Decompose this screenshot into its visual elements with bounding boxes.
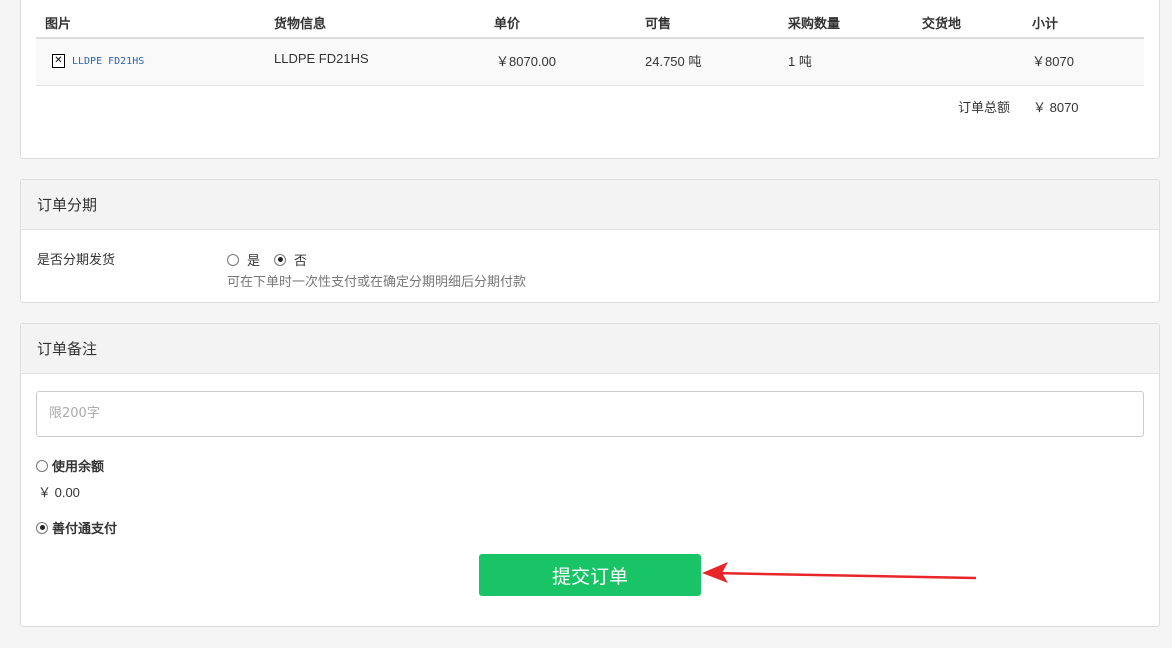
installment-hint: 可在下单时一次性支付或在确定分期明细后分期付款 — [227, 275, 527, 290]
subtotal: ￥8070 — [1032, 54, 1074, 69]
header-available: 可售 — [645, 17, 672, 32]
header-location: 交货地 — [922, 17, 962, 32]
available-qty: 24.750 吨 — [645, 54, 702, 69]
table-row: ✕ LLDPE FD21HS LLDPE FD21HS ￥8070.00 24.… — [36, 39, 1144, 86]
installment-panel: 订单分期 是否分期发货 是 否 可在下单时一次性支付或在确定分期明细后分期付款 — [20, 179, 1160, 303]
payment-label[interactable]: 善付通支付 — [52, 518, 117, 537]
payment-radio[interactable] — [36, 521, 48, 534]
order-total-label: 订单总额 — [958, 101, 1011, 116]
use-balance-label[interactable]: 使用余额 — [52, 456, 104, 475]
use-balance-radio[interactable] — [36, 459, 48, 472]
header-price: 单价 — [494, 17, 521, 32]
product-image[interactable]: ✕ LLDPE FD21HS — [52, 54, 144, 68]
remark-title: 订单备注 — [21, 324, 1159, 374]
table-header: 图片 货物信息 单价 可售 采购数量 交货地 小计 — [36, 0, 1144, 39]
purchase-qty: 1 吨 — [788, 54, 812, 69]
installment-title: 订单分期 — [21, 180, 1159, 230]
product-image-alt: LLDPE FD21HS — [72, 55, 145, 67]
unit-price: ￥8070.00 — [496, 54, 556, 69]
broken-image-icon: ✕ — [52, 54, 65, 68]
balance-value: ￥ 0.00 — [38, 485, 80, 500]
use-balance-option[interactable]: 使用余额 — [36, 456, 104, 475]
header-subtotal: 小计 — [1032, 17, 1059, 32]
arrow-shaft — [711, 571, 977, 580]
installment-label: 是否分期发货 — [37, 253, 116, 268]
annotation-arrow-icon — [702, 562, 977, 583]
installment-yes-label[interactable]: 是 — [247, 250, 260, 269]
installment-no-radio[interactable] — [274, 253, 287, 266]
product-panel: 图片 货物信息 单价 可售 采购数量 交货地 小计 ✕ LLDPE FD21HS… — [20, 0, 1160, 159]
installment-no-label[interactable]: 否 — [294, 250, 307, 269]
header-goods: 货物信息 — [274, 17, 327, 32]
payment-option[interactable]: 善付通支付 — [36, 518, 117, 537]
header-image: 图片 — [45, 17, 72, 32]
product-table: 图片 货物信息 单价 可售 采购数量 交货地 小计 ✕ LLDPE FD21HS… — [36, 0, 1144, 86]
installment-radio-group: 是 否 — [227, 250, 321, 269]
submit-order-button[interactable]: 提交订单 — [479, 554, 701, 596]
installment-yes-radio[interactable] — [227, 253, 239, 266]
goods-info: LLDPE FD21HS — [274, 51, 369, 66]
remark-textarea[interactable]: 限200字 — [36, 391, 1144, 437]
remark-panel: 订单备注 限200字 使用余额 ￥ 0.00 善付通支付 提交订单 — [20, 323, 1160, 627]
order-total: 订单总额 ￥ 8070 — [21, 97, 1159, 116]
order-total-value: ￥ 8070 — [1033, 100, 1079, 115]
header-qty: 采购数量 — [788, 17, 841, 32]
